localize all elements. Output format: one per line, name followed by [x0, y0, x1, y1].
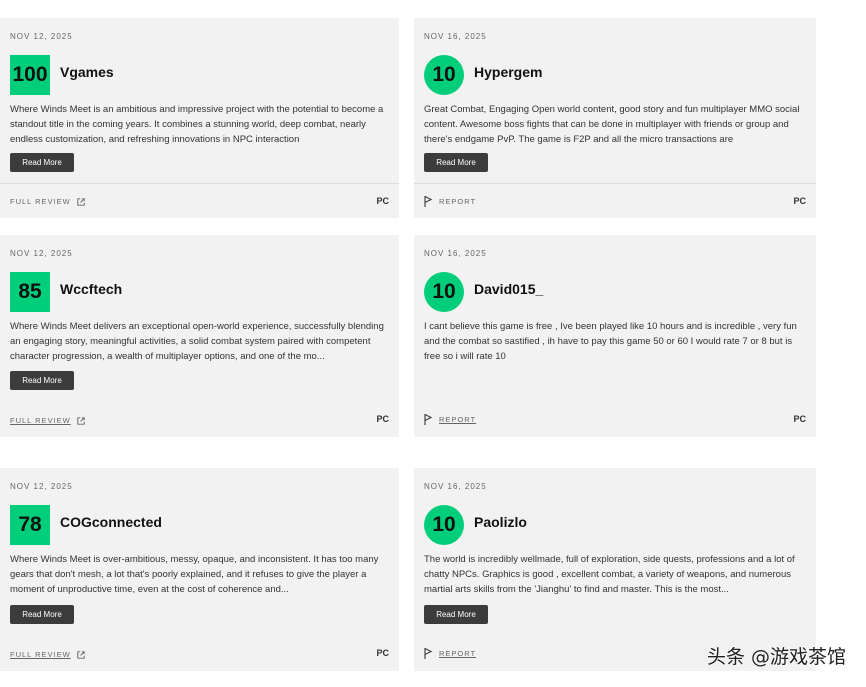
review-date: NOV 16, 2025 [424, 32, 487, 41]
read-more-button[interactable]: Read More [424, 605, 488, 624]
flag-icon [424, 413, 433, 425]
username[interactable]: Paolizlo [474, 514, 527, 530]
review-excerpt: Where Winds Meet is over-ambitious, mess… [10, 554, 379, 595]
full-review-link[interactable]: FULL REVIEW [10, 416, 85, 425]
report-link[interactable]: REPORT [424, 647, 476, 659]
username[interactable]: David015_ [474, 281, 543, 297]
external-link-icon [77, 650, 85, 659]
user-score-badge: 10 [424, 505, 464, 545]
read-more-button[interactable]: Read More [10, 371, 74, 390]
outlet-name[interactable]: Vgames [60, 64, 114, 80]
platform-label: PC [376, 196, 389, 206]
critic-review-card: NOV 12, 2025 85 Wccftech Where Winds Mee… [0, 235, 399, 437]
flag-icon [424, 195, 433, 207]
critic-score-badge: 78 [10, 505, 50, 545]
full-review-label: FULL REVIEW [10, 416, 71, 425]
outlet-name[interactable]: COGconnected [60, 514, 162, 530]
user-review-card: NOV 16, 2025 10 Paolizlo The world is in… [414, 468, 816, 671]
full-review-link[interactable]: FULL REVIEW [10, 650, 85, 659]
read-more-button[interactable]: Read More [10, 153, 74, 172]
review-date: NOV 12, 2025 [10, 482, 73, 491]
review-excerpt: I cant believe this game is free , Ive b… [424, 321, 797, 362]
read-more-button[interactable]: Read More [424, 153, 488, 172]
user-score-badge: 10 [424, 55, 464, 95]
username[interactable]: Hypergem [474, 64, 542, 80]
external-link-icon [77, 197, 85, 206]
watermark-text: 头条 @游戏茶馆 [706, 646, 846, 668]
report-link[interactable]: REPORT [424, 413, 476, 425]
critic-review-card: NOV 12, 2025 78 COGconnected Where Winds… [0, 468, 399, 671]
full-review-link[interactable]: FULL REVIEW [10, 197, 85, 206]
critic-review-card: NOV 12, 2025 100 Vgames Where Winds Meet… [0, 18, 399, 218]
review-date: NOV 12, 2025 [10, 32, 73, 41]
flag-icon [424, 647, 433, 659]
report-label: REPORT [439, 196, 477, 206]
critic-score-badge: 100 [10, 55, 50, 95]
platform-label: PC [793, 414, 806, 424]
user-score-badge: 10 [424, 272, 464, 312]
review-excerpt: Great Combat, Engaging Open world conten… [424, 104, 800, 145]
card-divider [0, 183, 399, 184]
review-date: NOV 16, 2025 [424, 249, 487, 258]
platform-label: PC [793, 196, 806, 206]
critic-score-badge: 85 [10, 272, 50, 312]
card-divider [414, 183, 816, 184]
full-review-label: FULL REVIEW [10, 197, 71, 206]
user-review-card: NOV 16, 2025 10 Hypergem Great Combat, E… [414, 18, 816, 218]
full-review-label: FULL REVIEW [10, 650, 71, 659]
platform-label: PC [376, 414, 389, 424]
report-link[interactable]: REPORT [424, 195, 476, 207]
user-review-card: NOV 16, 2025 10 David015_ I cant believe… [414, 235, 816, 437]
read-more-button[interactable]: Read More [10, 605, 74, 624]
review-date: NOV 12, 2025 [10, 249, 73, 258]
review-excerpt: The world is incredibly wellmade, full o… [424, 554, 795, 595]
platform-label: PC [376, 648, 389, 658]
review-date: NOV 16, 2025 [424, 482, 487, 491]
review-excerpt: Where Winds Meet delivers an exceptional… [10, 321, 384, 362]
external-link-icon [77, 416, 85, 425]
report-label: REPORT [439, 648, 477, 658]
review-excerpt: Where Winds Meet is an ambitious and imp… [10, 104, 384, 145]
report-label: REPORT [439, 414, 477, 424]
outlet-name[interactable]: Wccftech [60, 281, 122, 297]
